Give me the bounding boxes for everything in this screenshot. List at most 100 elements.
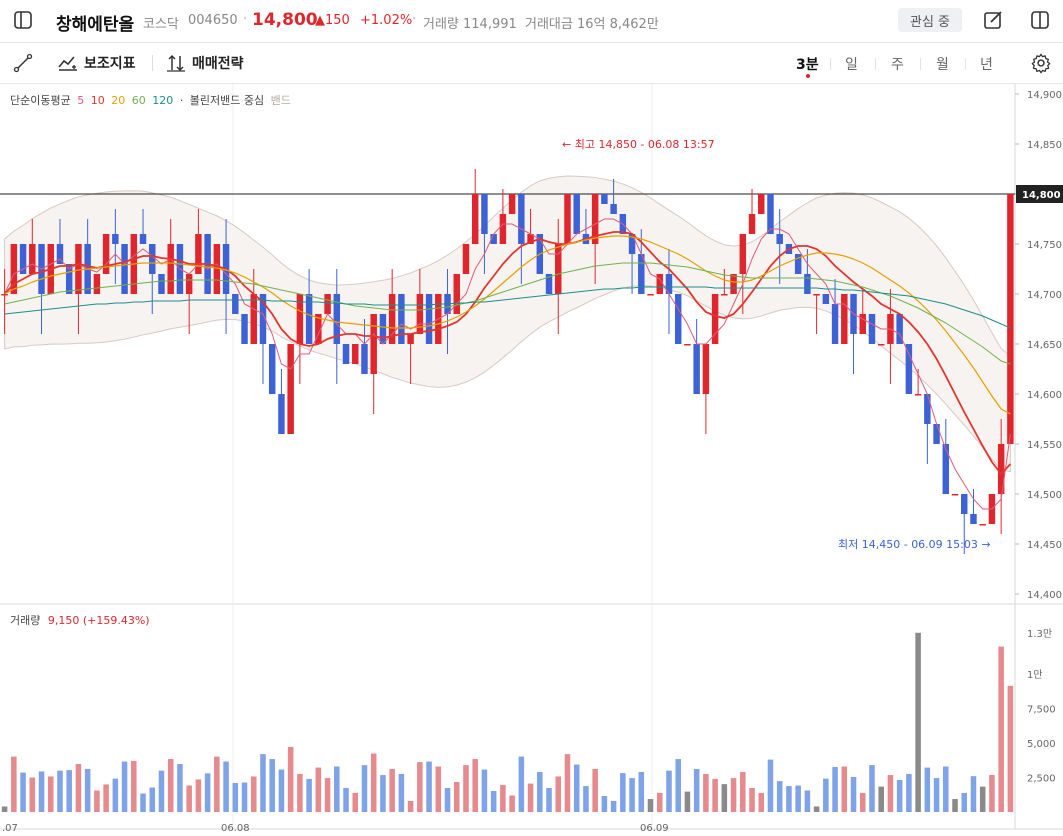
price-tick-label: 14,850 bbox=[1027, 140, 1062, 151]
volume-bar bbox=[583, 786, 589, 812]
volume-bar bbox=[195, 779, 202, 812]
period-divider bbox=[965, 58, 966, 70]
volume-bar bbox=[269, 759, 275, 812]
candle-body bbox=[75, 244, 82, 294]
volume-bar bbox=[481, 769, 488, 812]
volume-bar bbox=[490, 791, 497, 812]
indicators-button[interactable]: 보조지표 bbox=[58, 53, 136, 73]
volume-bar bbox=[463, 765, 469, 812]
volume-bar bbox=[186, 785, 192, 812]
edit-icon[interactable] bbox=[982, 9, 1004, 31]
volume-bar bbox=[924, 767, 931, 812]
volume-bar bbox=[518, 756, 525, 812]
stock-header: 창해에탄올 코스닥 004650 · 14,800 ▲150 +1.02% · … bbox=[0, 0, 1063, 43]
watchlist-button[interactable]: 관심 중 bbox=[898, 8, 962, 32]
volume-bar bbox=[795, 785, 801, 812]
volume-bar bbox=[343, 788, 349, 812]
candle-body bbox=[93, 274, 101, 294]
indicators-icon bbox=[58, 55, 78, 71]
candle-body bbox=[185, 274, 193, 294]
volume-bar bbox=[306, 778, 312, 812]
price-tick-label: 14,700 bbox=[1027, 290, 1062, 301]
candle-body bbox=[776, 234, 783, 244]
sidebar-toggle-icon[interactable] bbox=[12, 9, 34, 31]
toolbar-divider bbox=[152, 55, 153, 71]
volume-bar bbox=[370, 753, 377, 812]
period-divider bbox=[875, 58, 876, 70]
volume-bar bbox=[66, 770, 72, 812]
trading-strategy-button[interactable]: 매매전략 bbox=[166, 53, 244, 73]
volume-bar bbox=[887, 775, 894, 812]
volume-bar bbox=[896, 780, 903, 812]
bollinger-title: 볼린저밴드 중심 bbox=[189, 94, 265, 107]
candle-body bbox=[278, 394, 285, 434]
price-tick-label: 14,650 bbox=[1027, 340, 1062, 351]
volume-bar bbox=[103, 784, 109, 812]
ma120-label: 120 bbox=[152, 94, 174, 107]
volume-tick-label: 2,500 bbox=[1027, 774, 1056, 785]
period-3min[interactable]: 3분 bbox=[796, 54, 819, 74]
volume-bar bbox=[666, 770, 672, 812]
candle-body bbox=[656, 274, 663, 294]
period-year[interactable]: 년 bbox=[980, 54, 993, 74]
candle-body bbox=[970, 514, 977, 524]
volume-bar bbox=[592, 768, 598, 812]
settings-gear-icon[interactable] bbox=[1030, 52, 1052, 74]
period-month[interactable]: 월 bbox=[936, 54, 949, 74]
volume-bar bbox=[730, 778, 737, 812]
candle-body bbox=[951, 494, 959, 496]
price-tick-label: 14,400 bbox=[1027, 590, 1062, 601]
candle-body bbox=[508, 194, 516, 214]
candle-body bbox=[268, 344, 276, 394]
candle-body bbox=[914, 394, 922, 396]
candle-body bbox=[102, 234, 110, 274]
volume-bar bbox=[989, 775, 995, 812]
drawing-tool-icon[interactable] bbox=[12, 53, 34, 73]
volume-bar bbox=[20, 772, 26, 812]
price-tick-label: 14,600 bbox=[1027, 390, 1062, 401]
volume-bar bbox=[84, 768, 91, 812]
volume-bar bbox=[961, 792, 968, 812]
volume-legend: 거래량 9,150 (+159.43%) bbox=[10, 612, 150, 628]
price-chart[interactable]: 14,900 14,850 14,800 14,750 14,700 14,650 14,6… bbox=[0, 84, 1063, 836]
candle-body bbox=[693, 344, 700, 394]
current-price: 14,800 bbox=[252, 10, 318, 30]
candle-body bbox=[564, 194, 571, 244]
volume-bar bbox=[75, 764, 82, 812]
candle-body bbox=[702, 344, 710, 394]
market-label: 코스닥 bbox=[143, 17, 179, 32]
stock-code: 004650 bbox=[188, 13, 238, 28]
volume-legend-label: 거래량 bbox=[10, 614, 41, 627]
candle-body bbox=[933, 424, 940, 444]
candle-body bbox=[149, 244, 156, 274]
candle-body bbox=[961, 494, 968, 514]
candle-body bbox=[398, 294, 405, 344]
volume-bar bbox=[380, 775, 386, 812]
candle-body bbox=[232, 294, 239, 314]
period-day[interactable]: 일 bbox=[845, 54, 858, 74]
volume-bar bbox=[758, 792, 765, 812]
volume-bar bbox=[29, 777, 36, 812]
volume-bar bbox=[472, 759, 478, 812]
volume-bar bbox=[444, 788, 451, 812]
candle-body bbox=[831, 304, 839, 344]
side-panel-icon[interactable] bbox=[1029, 9, 1051, 31]
volume-bar bbox=[426, 761, 432, 812]
ma10-label: 10 bbox=[90, 94, 105, 107]
volume-bar bbox=[721, 784, 728, 812]
candle-body bbox=[767, 194, 774, 234]
period-week[interactable]: 주 bbox=[891, 54, 904, 74]
volume-bar bbox=[767, 759, 774, 812]
volume-bar bbox=[223, 761, 229, 812]
volume-bar bbox=[278, 769, 285, 812]
price-tick-label: 14,500 bbox=[1027, 490, 1062, 501]
current-price-tag-label: 14,800 bbox=[1022, 190, 1061, 201]
candle-body bbox=[868, 314, 876, 344]
candle-body bbox=[813, 294, 820, 296]
separator-dot: · bbox=[412, 12, 417, 27]
chart-area[interactable]: 14,900 14,850 14,800 14,750 14,700 14,650 14,6… bbox=[0, 84, 1063, 836]
volume-bar bbox=[859, 792, 866, 812]
volume-bar bbox=[638, 772, 645, 812]
candle-body bbox=[499, 214, 507, 244]
volume-bar bbox=[537, 772, 543, 812]
